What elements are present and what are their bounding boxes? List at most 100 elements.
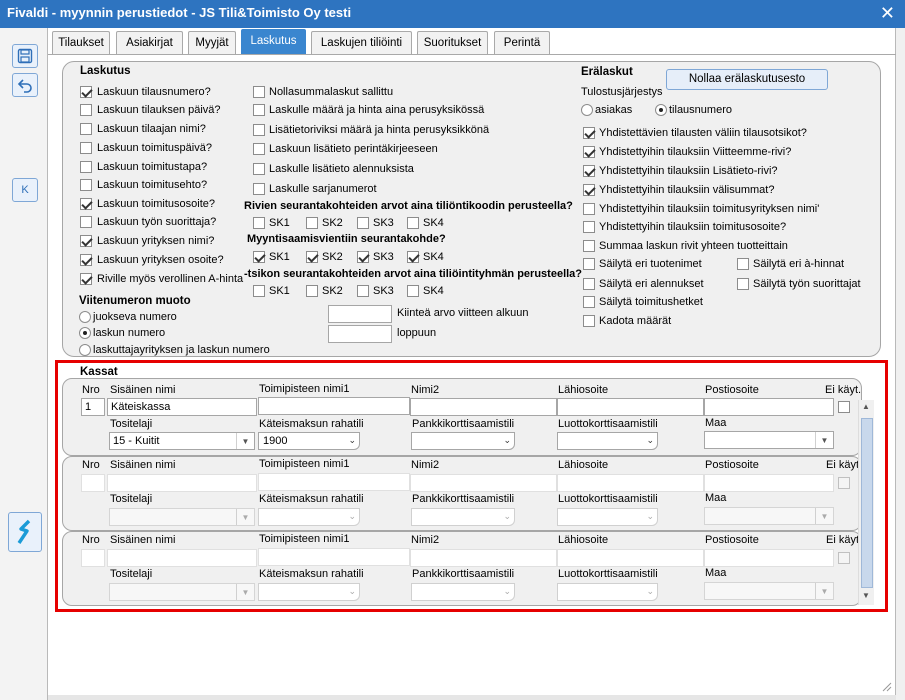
nimi2-input[interactable] — [410, 398, 557, 416]
sk1-group3-checkbox[interactable] — [253, 285, 265, 297]
era-check-10[interactable] — [583, 315, 595, 327]
lisatieto-alennuksista-checkbox[interactable] — [253, 163, 265, 175]
sk4-group3-checkbox[interactable] — [407, 285, 419, 297]
era-check-5[interactable] — [583, 221, 595, 233]
lahiosoite-input[interactable] — [557, 549, 704, 567]
nro-input[interactable]: 1 — [81, 398, 105, 416]
sk2-group2-checkbox[interactable] — [306, 251, 318, 263]
sk1-group1-checkbox[interactable] — [253, 217, 265, 229]
sisainen-nimi-input[interactable]: Käteiskassa — [107, 398, 257, 416]
era-check-8[interactable] — [583, 278, 595, 290]
riville-verollinen-a-hinta-checkbox[interactable] — [80, 273, 92, 285]
nollasummalaskut-checkbox[interactable] — [253, 86, 265, 98]
tab-tilaukset[interactable]: Tilaukset — [52, 31, 110, 54]
postiosoite-input[interactable] — [704, 398, 834, 416]
maara-hinta-perusyksikossa-checkbox[interactable] — [253, 104, 265, 116]
save-icon[interactable] — [12, 44, 38, 68]
loppuun-input[interactable] — [328, 325, 392, 343]
laskuun-yrityksen-nimi-checkbox[interactable] — [80, 235, 92, 247]
resize-grip-icon[interactable] — [880, 680, 892, 692]
sk4-group1-checkbox[interactable] — [407, 217, 419, 229]
tositelaji-dropdown[interactable]: ▼ — [109, 583, 255, 601]
era-check-2[interactable] — [583, 165, 595, 177]
luottokortti-field[interactable]: ⌄ — [557, 432, 658, 450]
tab-perinta[interactable]: Perintä — [494, 31, 550, 54]
postiosoite-input[interactable] — [704, 549, 834, 567]
nro-input[interactable] — [81, 474, 105, 492]
nimi2-input[interactable] — [410, 549, 557, 567]
toimipiste-input[interactable] — [258, 548, 410, 566]
kiintea-arvo-input[interactable] — [328, 305, 392, 323]
postiosoite-input[interactable] — [704, 474, 834, 492]
laskuun-tilaajan-nimi-checkbox[interactable] — [80, 123, 92, 135]
lisatieto-perintakirjeeseen-checkbox[interactable] — [253, 143, 265, 155]
toimipiste-input[interactable] — [258, 397, 410, 415]
era-check-7[interactable] — [583, 258, 595, 270]
era-check-right-0[interactable] — [737, 258, 749, 270]
era-check-3[interactable] — [583, 184, 595, 196]
laskuun-toimituspaiva-checkbox[interactable] — [80, 142, 92, 154]
lahiosoite-input[interactable] — [557, 474, 704, 492]
lahiosoite-input[interactable] — [557, 398, 704, 416]
maa-dropdown[interactable]: ▼ — [704, 431, 834, 449]
kateis-rahatili-field[interactable]: 1900 ⌄ — [258, 432, 360, 450]
fivaldi-logo-icon[interactable] — [8, 512, 42, 552]
luottokortti-field[interactable]: ⌄ — [557, 583, 658, 601]
tab-asiakirjat[interactable]: Asiakirjat — [116, 31, 183, 54]
sk2-group3-checkbox[interactable] — [306, 285, 318, 297]
nimi2-input[interactable] — [410, 474, 557, 492]
nro-input[interactable] — [81, 549, 105, 567]
era-check-9[interactable] — [583, 296, 595, 308]
k-button[interactable]: K — [12, 178, 38, 202]
viite-laskun-numero-radio[interactable] — [79, 327, 91, 339]
sarjanumerot-checkbox[interactable] — [253, 183, 265, 195]
undo-icon[interactable] — [12, 73, 38, 97]
kateis-rahatili-field[interactable]: ⌄ — [258, 508, 360, 526]
toimipiste-input[interactable] — [258, 473, 410, 491]
viite-juokseva-radio[interactable] — [79, 311, 91, 323]
pankkikortti-field[interactable]: ⌄ — [411, 508, 515, 526]
viite-laskuttaja-radio[interactable] — [79, 344, 91, 356]
era-check-1[interactable] — [583, 146, 595, 158]
maa-dropdown[interactable]: ▼ — [704, 507, 834, 525]
tab-suoritukset[interactable]: Suoritukset — [417, 31, 488, 54]
ei-kayt-checkbox[interactable] — [838, 401, 850, 413]
close-icon[interactable]: ✕ — [880, 3, 895, 24]
ei-kayt-checkbox[interactable] — [838, 552, 850, 564]
kateis-rahatili-field[interactable]: ⌄ — [258, 583, 360, 601]
pankkikortti-field[interactable]: ⌄ — [411, 583, 515, 601]
scroll-down-icon[interactable]: ▼ — [862, 591, 870, 600]
sk1-group2-checkbox[interactable] — [253, 251, 265, 263]
ei-kayt-checkbox[interactable] — [838, 477, 850, 489]
kassat-scrollbar[interactable]: ▲ ▼ — [858, 400, 874, 605]
era-check-0[interactable] — [583, 127, 595, 139]
laskuun-toimitusehto-checkbox[interactable] — [80, 179, 92, 191]
luottokortti-field[interactable]: ⌄ — [557, 508, 658, 526]
era-check-4[interactable] — [583, 203, 595, 215]
tositelaji-dropdown[interactable]: 15 - Kuitit ▼ — [109, 432, 255, 450]
tab-laskutus[interactable]: Laskutus — [241, 29, 306, 54]
scroll-thumb[interactable] — [861, 418, 873, 588]
sk3-group2-checkbox[interactable] — [357, 251, 369, 263]
pankkikortti-field[interactable]: ⌄ — [411, 432, 515, 450]
era-check-right-1[interactable] — [737, 278, 749, 290]
nollaa-eralaskutusesto-button[interactable]: Nollaa erälaskutusesto — [666, 69, 828, 90]
tab-myyjat[interactable]: Myyjät — [188, 31, 236, 54]
sisainen-nimi-input[interactable] — [107, 549, 257, 567]
laskuun-toimitustapa-checkbox[interactable] — [80, 161, 92, 173]
laskuun-tilausnumero-checkbox[interactable] — [80, 86, 92, 98]
sisainen-nimi-input[interactable] — [107, 474, 257, 492]
laskuun-toimitusosoite-checkbox[interactable] — [80, 198, 92, 210]
laskuun-tilauksen-paiva-checkbox[interactable] — [80, 104, 92, 116]
sk4-group2-checkbox[interactable] — [407, 251, 419, 263]
sk2-group1-checkbox[interactable] — [306, 217, 318, 229]
tositelaji-dropdown[interactable]: ▼ — [109, 508, 255, 526]
order-asiakas-radio[interactable] — [581, 104, 593, 116]
laskuun-tyon-suorittaja-checkbox[interactable] — [80, 216, 92, 228]
tab-laskujen-tiliointi[interactable]: Laskujen tiliöinti — [311, 31, 412, 54]
order-tilausnumero-radio[interactable] — [655, 104, 667, 116]
scroll-up-icon[interactable]: ▲ — [862, 402, 870, 411]
era-check-6[interactable] — [583, 240, 595, 252]
sk3-group1-checkbox[interactable] — [357, 217, 369, 229]
laskuun-yrityksen-osoite-checkbox[interactable] — [80, 254, 92, 266]
